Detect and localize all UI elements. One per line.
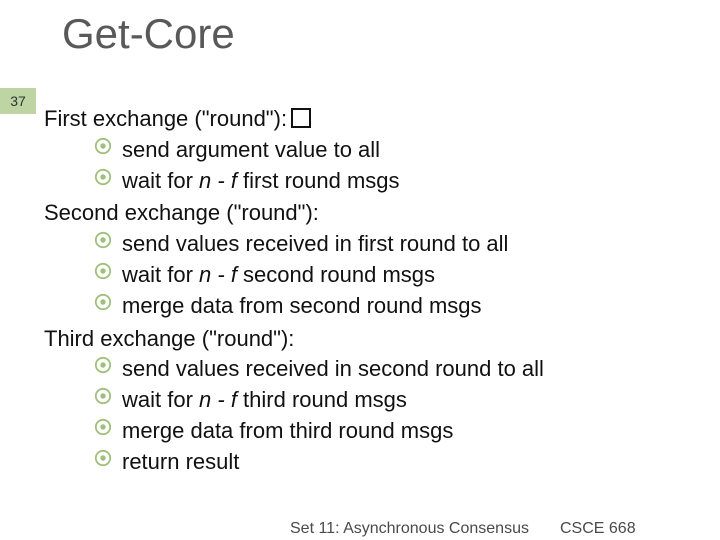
- page-number-badge: 37: [0, 88, 36, 114]
- bullet-icon: [94, 293, 112, 311]
- bullet-text-post: second round msgs: [237, 262, 435, 287]
- section: First exchange ("round"): send argument v…: [44, 104, 694, 196]
- bullet-em: n - f: [199, 262, 237, 287]
- list-item: wait for n - f first round msgs: [94, 166, 694, 197]
- placeholder-box-icon: [291, 108, 311, 128]
- bullet-icon: [94, 168, 112, 186]
- list-item: wait for n - f third round msgs: [94, 385, 694, 416]
- bullet-text: merge data from third round msgs: [122, 418, 453, 443]
- bullet-text-post: third round msgs: [237, 387, 407, 412]
- list-item: merge data from third round msgs: [94, 416, 694, 447]
- bullet-list: send argument value to all wait for n - f…: [44, 135, 694, 197]
- section-heading-text: Third exchange ("round"):: [44, 326, 294, 351]
- bullet-icon: [94, 262, 112, 280]
- bullet-text: wait for: [122, 262, 199, 287]
- section-heading: First exchange ("round"):: [44, 104, 694, 135]
- section-heading: Third exchange ("round"):: [44, 324, 694, 355]
- bullet-icon: [94, 418, 112, 436]
- section-heading-text: Second exchange ("round"):: [44, 200, 319, 225]
- bullet-em: n - f: [199, 387, 237, 412]
- bullet-icon: [94, 356, 112, 374]
- bullet-text-post: first round msgs: [237, 168, 400, 193]
- slide: Get-Core 37 First exchange ("round"): sen…: [0, 0, 720, 540]
- bullet-text: send values received in second round to …: [122, 356, 544, 381]
- bullet-list: send values received in first round to a…: [44, 229, 694, 321]
- bullet-icon: [94, 449, 112, 467]
- bullet-text: wait for: [122, 387, 199, 412]
- bullet-icon: [94, 231, 112, 249]
- section-heading-text: First exchange ("round"):: [44, 106, 287, 131]
- bullet-list: send values received in second round to …: [44, 354, 694, 477]
- list-item: send values received in second round to …: [94, 354, 694, 385]
- bullet-text: send argument value to all: [122, 137, 380, 162]
- bullet-icon: [94, 137, 112, 155]
- list-item: merge data from second round msgs: [94, 291, 694, 322]
- bullet-em: n - f: [199, 168, 237, 193]
- section-heading: Second exchange ("round"):: [44, 198, 694, 229]
- bullet-text: wait for: [122, 168, 199, 193]
- footer-right: CSCE 668: [560, 520, 636, 538]
- list-item: send argument value to all: [94, 135, 694, 166]
- bullet-text: send values received in first round to a…: [122, 231, 508, 256]
- bullet-text: return result: [122, 449, 239, 474]
- list-item: wait for n - f second round msgs: [94, 260, 694, 291]
- page-title: Get-Core: [62, 10, 235, 58]
- content-body: First exchange ("round"): send argument v…: [44, 104, 694, 480]
- bullet-text: merge data from second round msgs: [122, 293, 482, 318]
- section: Second exchange ("round"): send values re…: [44, 198, 694, 321]
- list-item: send values received in first round to a…: [94, 229, 694, 260]
- bullet-icon: [94, 387, 112, 405]
- footer-left: Set 11: Asynchronous Consensus: [290, 520, 529, 538]
- section: Third exchange ("round"): send values rec…: [44, 324, 694, 478]
- list-item: return result: [94, 447, 694, 478]
